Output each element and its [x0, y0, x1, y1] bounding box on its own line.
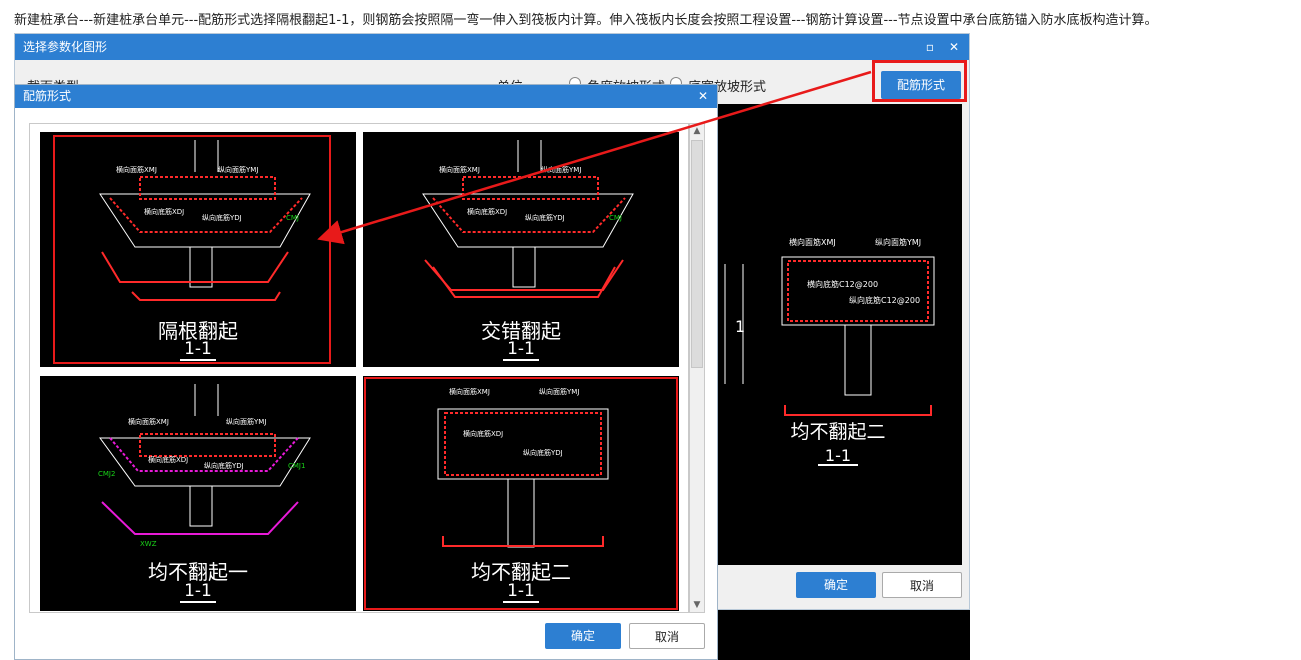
label-ydj: 纵向底筋YDJ — [525, 213, 565, 222]
panel-sub-text: 1-1 — [180, 581, 216, 603]
background-black-area — [714, 610, 970, 660]
inner-dialog-title: 配筋形式 — [23, 89, 72, 103]
label-ymj: 纵向面筋YMJ — [541, 165, 581, 174]
preview-caption: 均不翻起二 — [790, 421, 885, 443]
label-xwz: XWZ — [140, 540, 157, 548]
panel-alternate-bent[interactable]: 横向面筋XMJ 纵向面筋YMJ 横向底筋XDJ 纵向底筋YDJ CMJ 隔根翻起… — [40, 132, 356, 367]
preview-bottom-left-label: 横向底筋C12@200 — [807, 279, 878, 289]
label-xmj: 横向面筋XMJ — [439, 165, 480, 174]
outer-cancel-button[interactable]: 取消 — [882, 572, 962, 598]
maximize-icon[interactable]: ▫ — [919, 34, 941, 60]
rebar-form-dialog: 配筋形式 ✕ 横向面筋XMJ 纵向面筋YMJ 横向底筋XDJ 纵向底筋YDJ C… — [14, 84, 718, 660]
outer-dialog-title: 选择参数化图形 — [23, 40, 108, 54]
rebar-form-highlight — [872, 60, 967, 102]
panel-sub-text: 1-1 — [503, 339, 539, 361]
preview-number-label: 1 — [735, 317, 745, 336]
label-cmj2: CMJ2 — [98, 470, 115, 478]
preview-top-right-label: 纵向面筋YMJ — [875, 237, 921, 247]
label-xdj: 横向底筋XDJ — [148, 455, 188, 464]
panel-no-bend-two[interactable]: 横向面筋XMJ 纵向面筋YMJ 横向底筋XDJ 纵向底筋YDJ 均不翻起二 1-… — [363, 376, 679, 611]
outer-title-bar: 选择参数化图形 ▫ ✕ — [15, 34, 969, 60]
label-ymj: 纵向面筋YMJ — [226, 417, 266, 426]
inner-cancel-button[interactable]: 取消 — [629, 623, 705, 649]
label-cmj: CMJ — [609, 214, 622, 222]
panel-sub: 1-1 — [40, 581, 356, 603]
gallery-scrollbar[interactable]: ▲ ▼ — [689, 123, 705, 613]
rebar-form-gallery: 横向面筋XMJ 纵向面筋YMJ 横向底筋XDJ 纵向底筋YDJ CMJ 隔根翻起… — [29, 123, 689, 613]
scroll-down-icon[interactable]: ▼ — [690, 598, 704, 612]
preview-bottom-right-label: 纵向底筋C12@200 — [849, 295, 920, 305]
scroll-thumb[interactable] — [691, 140, 703, 368]
inner-title-bar: 配筋形式 ✕ — [15, 85, 717, 108]
preview-sub: 1-1 — [825, 446, 851, 465]
label-cmj1: CMJ1 — [288, 462, 305, 470]
close-icon[interactable]: ✕ — [943, 34, 965, 60]
panel-staggered-bent[interactable]: 横向面筋XMJ 纵向面筋YMJ 横向底筋XDJ 纵向底筋YDJ CMJ 交错翻起… — [363, 132, 679, 367]
outer-ok-button[interactable]: 确定 — [796, 572, 876, 598]
label-ydj: 纵向底筋YDJ — [204, 461, 244, 470]
panel-selected-frame — [53, 135, 331, 364]
outer-preview-drawing: 1 横向面筋XMJ 纵向面筋YMJ 横向底筋C12@200 纵向底筋C12@20… — [724, 237, 935, 466]
panel-no-bend-one[interactable]: 横向面筋XMJ 纵向面筋YMJ 横向底筋XDJ 纵向底筋YDJ CMJ1 CMJ… — [40, 376, 356, 611]
close-icon[interactable]: ✕ — [695, 85, 711, 108]
preview-top-left-label: 横向面筋XMJ — [789, 237, 836, 247]
panel-selected-frame — [364, 377, 678, 610]
inner-ok-button[interactable]: 确定 — [545, 623, 621, 649]
label-xmj: 横向面筋XMJ — [128, 417, 169, 426]
scroll-up-icon[interactable]: ▲ — [690, 124, 704, 138]
instruction-text: 新建桩承台---新建桩承台单元---配筋形式选择隔根翻起1-1，则钢筋会按照隔一… — [14, 13, 1158, 28]
label-xdj: 横向底筋XDJ — [467, 207, 507, 216]
panel-sub: 1-1 — [363, 339, 679, 361]
outer-preview-canvas: 1 横向面筋XMJ 纵向面筋YMJ 横向底筋C12@200 纵向底筋C12@20… — [715, 104, 962, 565]
